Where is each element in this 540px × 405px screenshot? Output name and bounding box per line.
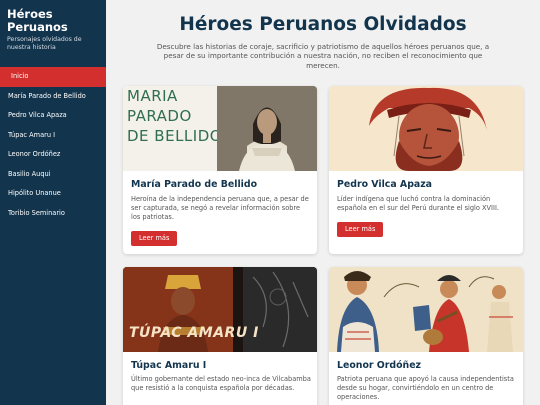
image-caption: MARIA PARADO DE BELLIDO: [127, 87, 223, 145]
hero-card-leonor-ordonez: Leonor Ordóñez Patriota peruana que apoy…: [329, 267, 523, 405]
hero-card-pedro-vilca: Pedro Vilca Apaza Líder indígena que luc…: [329, 86, 523, 254]
hero-card-tupac-amaru: TÚPAC AMARU I Túpac Amaru I Último gober…: [123, 267, 317, 405]
brand-title: Héroes Peruanos: [7, 7, 68, 34]
hero-image-maria-parado: MARIA PARADO DE BELLIDO: [123, 86, 317, 171]
hero-image-tupac-amaru: TÚPAC AMARU I: [123, 267, 317, 352]
read-more-button[interactable]: Leer más: [131, 231, 178, 246]
nav-item-leonor-ordonez[interactable]: Leonor Ordóñez: [0, 145, 106, 165]
nav-item-inicio[interactable]: Inicio: [0, 67, 106, 87]
page-intro: Descubre las historias de coraje, sacrif…: [156, 42, 490, 70]
hero-name: Pedro Vilca Apaza: [337, 179, 433, 190]
nav-item-maria-parado[interactable]: María Parado de Bellido: [0, 87, 106, 107]
page-title: Héroes Peruanos Olvidados: [179, 14, 467, 35]
hero-card-maria-parado: MARIA PARADO DE BELLIDO María Parado de …: [123, 86, 317, 254]
brand: Héroes Peruanos Personajes olvidados de …: [0, 0, 106, 51]
nav-item-pedro-vilca[interactable]: Pedro Vilca Apaza: [0, 106, 106, 126]
hero-name: María Parado de Bellido: [131, 179, 258, 190]
hero-description: Heroína de la independencia peruana que,…: [131, 195, 309, 221]
brand-subtitle: Personajes olvidados de nuestra historia: [7, 36, 82, 51]
hero-name: Leonor Ordóñez: [337, 360, 422, 371]
nav-item-tupac-amaru[interactable]: Túpac Amaru I: [0, 126, 106, 146]
hero-image-leonor-ordonez: [329, 267, 523, 352]
read-more-button[interactable]: Leer más: [337, 222, 384, 237]
hero-description: Patriota peruana que apoyó la causa inde…: [337, 375, 514, 401]
nav-item-basilio-auqui[interactable]: Basilio Auqui: [0, 165, 106, 185]
main-content: Héroes Peruanos Olvidados Descubre las h…: [106, 0, 540, 405]
hero-image-pedro-vilca: [329, 86, 523, 171]
nav-item-toribio-seminario[interactable]: Toribio Seminario: [0, 204, 106, 224]
hero-description: Líder indígena que luchó contra la domin…: [337, 195, 499, 212]
sidebar: Héroes Peruanos Personajes olvidados de …: [0, 0, 106, 405]
image-caption: TÚPAC AMARU I: [129, 325, 259, 341]
hero-description: Último gobernante del estado neo-inca de…: [131, 375, 311, 392]
nav-item-hipolito-unanue[interactable]: Hipólito Unanue: [0, 184, 106, 204]
hero-name: Túpac Amaru I: [131, 360, 207, 371]
sidebar-nav: Inicio María Parado de Bellido Pedro Vil…: [0, 67, 106, 223]
